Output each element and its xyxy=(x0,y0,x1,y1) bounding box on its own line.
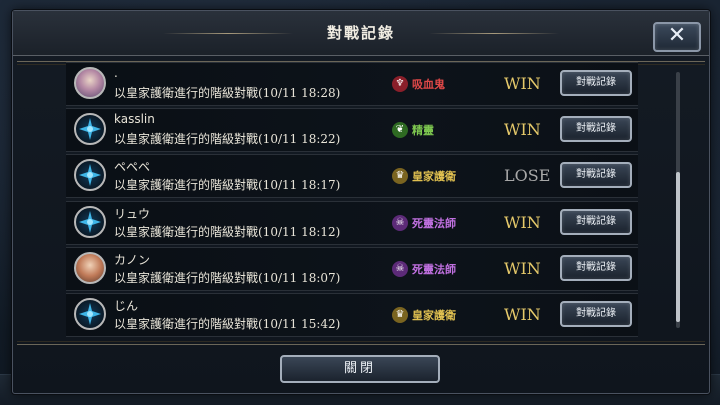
battle-row: kasslin 以皇家護衛進行的階級對戰(10/11 18:22) ❦ 精靈 W… xyxy=(66,108,638,153)
opponent-class: ❦ 精靈 xyxy=(392,121,434,139)
battle-result: WIN xyxy=(504,120,541,140)
opponent-avatar xyxy=(74,251,106,284)
scrollbar-thumb[interactable] xyxy=(676,172,680,322)
opponent-name: ペペペ xyxy=(114,160,151,175)
opponent-avatar xyxy=(74,113,106,146)
battle-row: . 以皇家護衛進行的階級對戰(10/11 18:28) ♆ 吸血鬼 WIN 對戰… xyxy=(66,62,638,106)
battle-row: リュウ 以皇家護衛進行的階級對戰(10/11 18:12) ☠ 死靈法師 WIN… xyxy=(66,200,638,245)
battle-row: ペペペ 以皇家護衛進行的階級對戰(10/11 18:17) ♛ 皇家護衛 LOS… xyxy=(66,154,638,199)
close-icon[interactable]: ✕ xyxy=(653,22,701,52)
vampire-icon: ♆ xyxy=(392,76,408,92)
battle-result: LOSE xyxy=(504,166,551,186)
battle-record-button[interactable]: 對戰記錄 xyxy=(560,162,632,189)
header-ornament-right xyxy=(429,33,559,34)
royal-icon: ♛ xyxy=(392,168,408,185)
close-dialog-button[interactable]: 關閉 xyxy=(280,355,440,383)
battle-result: WIN xyxy=(504,258,541,278)
battle-record-button[interactable]: 對戰記錄 xyxy=(560,208,632,235)
battle-result: WIN xyxy=(504,304,541,324)
class-label: 死靈法師 xyxy=(412,262,456,276)
battle-description: 以皇家護衛進行的階級對戰(10/11 18:12) xyxy=(114,224,341,239)
royal-icon: ♛ xyxy=(392,306,408,323)
opponent-class: ☠ 死靈法師 xyxy=(392,260,456,278)
class-label: 皇家護衛 xyxy=(412,308,456,322)
dialog-title: 對戰記錄 xyxy=(326,24,395,42)
battle-row: カノン 以皇家護衛進行的階級對戰(10/11 18:07) ☠ 死靈法師 WIN… xyxy=(66,246,638,291)
list-scrollbar[interactable] xyxy=(676,72,680,328)
necromancer-icon: ☠ xyxy=(392,260,408,277)
opponent-avatar xyxy=(74,67,106,99)
battle-row: じん 以皇家護衛進行的階級對戰(10/11 15:42) ♛ 皇家護衛 WIN … xyxy=(66,292,638,337)
battle-record-button[interactable]: 對戰記錄 xyxy=(560,70,632,96)
battle-description: 以皇家護衛進行的階級對戰(10/11 18:07) xyxy=(114,270,341,285)
opponent-avatar xyxy=(74,205,106,238)
battle-record-button[interactable]: 對戰記錄 xyxy=(560,254,632,281)
opponent-name: kasslin xyxy=(114,112,155,127)
opponent-class: ☠ 死靈法師 xyxy=(392,214,456,232)
class-label: 皇家護衛 xyxy=(412,170,456,184)
opponent-class: ♛ 皇家護衛 xyxy=(392,167,456,185)
class-label: 精靈 xyxy=(412,124,434,138)
battle-result: WIN xyxy=(504,212,541,232)
opponent-name: じん xyxy=(114,298,139,313)
battle-description: 以皇家護衛進行的階級對戰(10/11 18:17) xyxy=(114,178,341,193)
opponent-class: ♛ 皇家護衛 xyxy=(392,306,456,324)
opponent-name: リュウ xyxy=(114,206,151,221)
opponent-class: ♆ 吸血鬼 xyxy=(392,75,445,93)
battle-description: 以皇家護衛進行的階級對戰(10/11 15:42) xyxy=(114,316,341,331)
battle-description: 以皇家護衛進行的階級對戰(10/11 18:28) xyxy=(114,86,341,100)
battle-result: WIN xyxy=(504,74,541,93)
necromancer-icon: ☠ xyxy=(392,214,408,231)
class-label: 死靈法師 xyxy=(412,216,456,230)
opponent-name: . xyxy=(114,66,118,80)
battle-record-button[interactable]: 對戰記錄 xyxy=(560,116,632,143)
battle-list: . 以皇家護衛進行的階級對戰(10/11 18:28) ♆ 吸血鬼 WIN 對戰… xyxy=(66,62,638,339)
opponent-avatar xyxy=(74,159,106,192)
opponent-avatar xyxy=(74,297,106,330)
opponent-name: カノン xyxy=(114,252,151,267)
elf-icon: ❦ xyxy=(392,122,408,139)
dialog-header: 對戰記錄 ✕ xyxy=(13,11,709,56)
battle-description: 以皇家護衛進行的階級對戰(10/11 18:22) xyxy=(114,132,341,147)
battle-record-button[interactable]: 對戰記錄 xyxy=(560,300,632,327)
class-label: 吸血鬼 xyxy=(412,78,445,91)
